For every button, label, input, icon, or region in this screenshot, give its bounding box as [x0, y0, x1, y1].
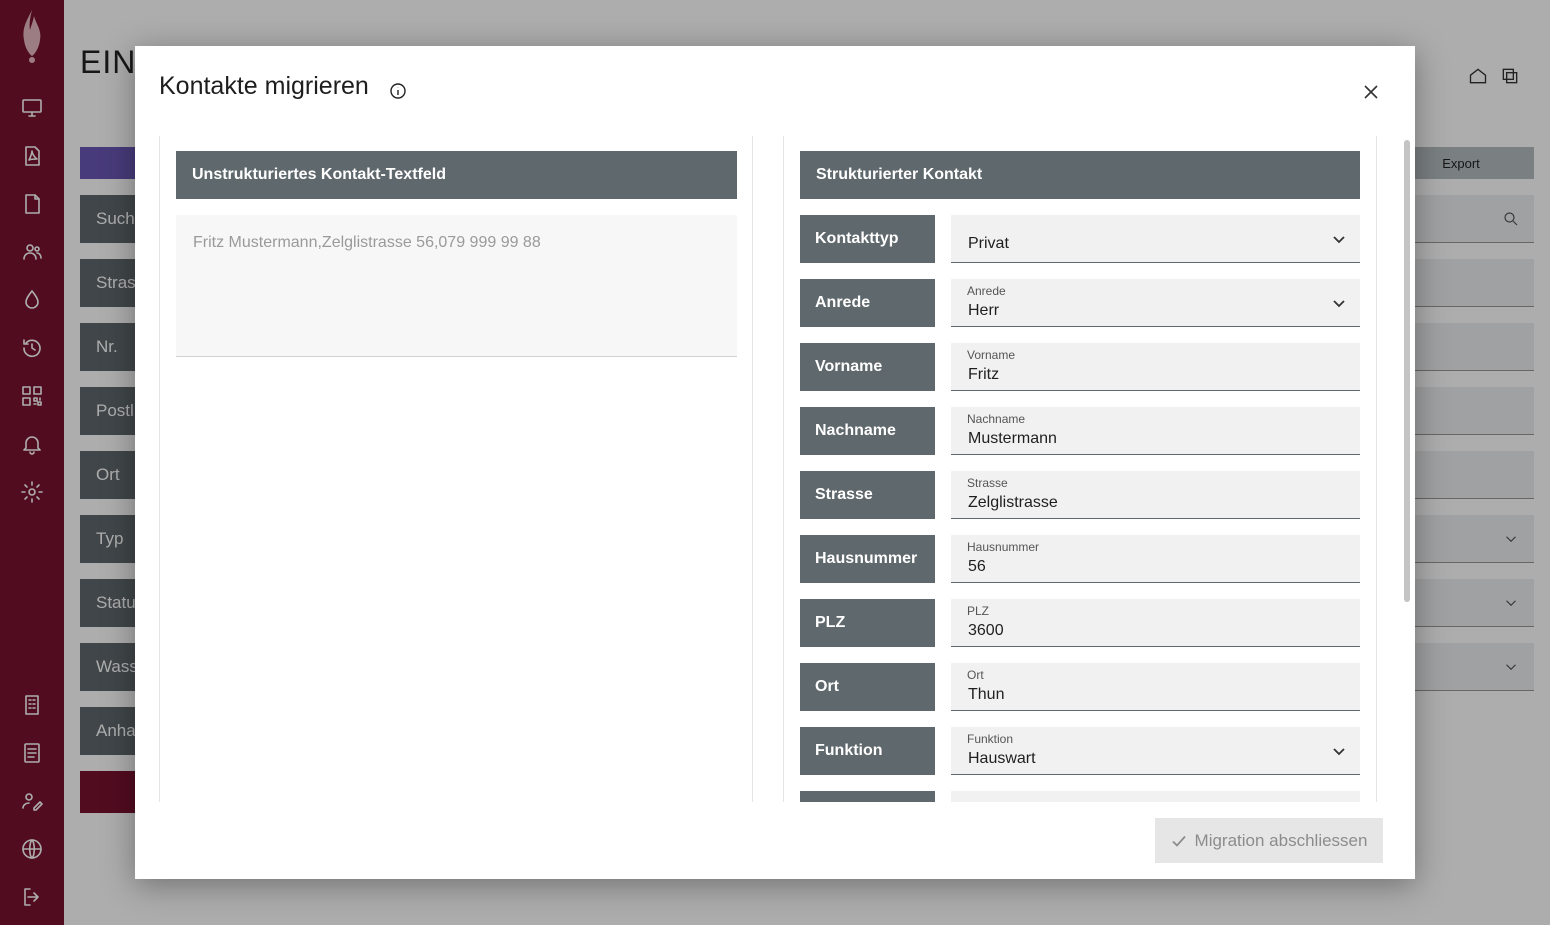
funktion-field-label: Funktion	[967, 732, 1014, 746]
anrede-value: Herr	[968, 302, 1000, 319]
strasse-value: Zelglistrasse	[968, 494, 1058, 511]
next-row-field[interactable]	[951, 791, 1360, 802]
kontakttyp-value: Privat	[968, 235, 1009, 252]
migrate-contacts-dialog: Kontakte migrieren Unstrukturiertes Kont…	[135, 46, 1415, 879]
dialog-title: Kontakte migrieren	[159, 72, 369, 100]
structured-panel: Strukturierter Kontakt Kontakttyp Privat…	[783, 136, 1377, 802]
ort-value: Thun	[968, 686, 1005, 703]
chevron-down-icon	[1332, 744, 1346, 758]
hausnummer-field-label: Hausnummer	[967, 540, 1040, 554]
chevron-down-icon	[1332, 232, 1346, 246]
vorname-label: Vorname	[800, 343, 935, 391]
funktion-label: Funktion	[800, 727, 935, 775]
nachname-value: Mustermann	[968, 430, 1057, 447]
kontakttyp-select[interactable]: Privat	[951, 215, 1360, 263]
plz-value: 3600	[968, 622, 1004, 639]
nachname-input[interactable]: Nachname Mustermann	[951, 407, 1360, 455]
funktion-select[interactable]: Funktion Hauswart	[951, 727, 1360, 775]
unstructured-panel-header: Unstrukturiertes Kontakt-Textfeld	[176, 151, 737, 199]
finish-migration-label: Migration abschliessen	[1194, 830, 1368, 850]
ort-label: Ort	[800, 663, 935, 711]
nachname-field-label: Nachname	[967, 412, 1026, 426]
structured-panel-header: Strukturierter Kontakt	[800, 151, 1360, 199]
ort-input[interactable]: Ort Thun	[951, 663, 1360, 711]
vorname-value: Fritz	[968, 366, 1000, 383]
anrede-label: Anrede	[800, 279, 935, 327]
finish-migration-button[interactable]: Migration abschliessen	[1155, 818, 1383, 863]
vorname-input[interactable]: Vorname Fritz	[951, 343, 1360, 391]
check-icon	[1171, 835, 1186, 847]
close-button[interactable]	[1359, 80, 1383, 104]
info-icon[interactable]	[389, 82, 407, 100]
ort-field-label: Ort	[967, 668, 984, 682]
hausnummer-value: 56	[968, 558, 986, 575]
dialog-content: Unstrukturiertes Kontakt-Textfeld Fritz …	[159, 136, 1377, 802]
unstructured-panel: Unstrukturiertes Kontakt-Textfeld Fritz …	[159, 136, 753, 802]
anrede-field-label: Anrede	[967, 284, 1006, 298]
strasse-input[interactable]: Strasse Zelglistrasse	[951, 471, 1360, 519]
hausnummer-label: Hausnummer	[800, 535, 935, 583]
kontakttyp-label: Kontakttyp	[800, 215, 935, 263]
nachname-label: Nachname	[800, 407, 935, 455]
close-icon	[1364, 85, 1378, 99]
chevron-down-icon	[1332, 296, 1346, 310]
dialog-scrollbar-thumb[interactable]	[1404, 140, 1410, 602]
funktion-value: Hauswart	[968, 750, 1036, 767]
anrede-select[interactable]: Anrede Herr	[951, 279, 1360, 327]
plz-input[interactable]: PLZ 3600	[951, 599, 1360, 647]
hausnummer-input[interactable]: Hausnummer 56	[951, 535, 1360, 583]
unstructured-contact-textarea[interactable]: Fritz Mustermann,Zelglistrasse 56,079 99…	[176, 215, 737, 357]
plz-field-label: PLZ	[967, 604, 990, 618]
next-row-label	[800, 791, 935, 802]
plz-label: PLZ	[800, 599, 935, 647]
vorname-field-label: Vorname	[967, 348, 1016, 362]
strasse-field-label: Strasse	[967, 476, 1008, 490]
strasse-label: Strasse	[800, 471, 935, 519]
